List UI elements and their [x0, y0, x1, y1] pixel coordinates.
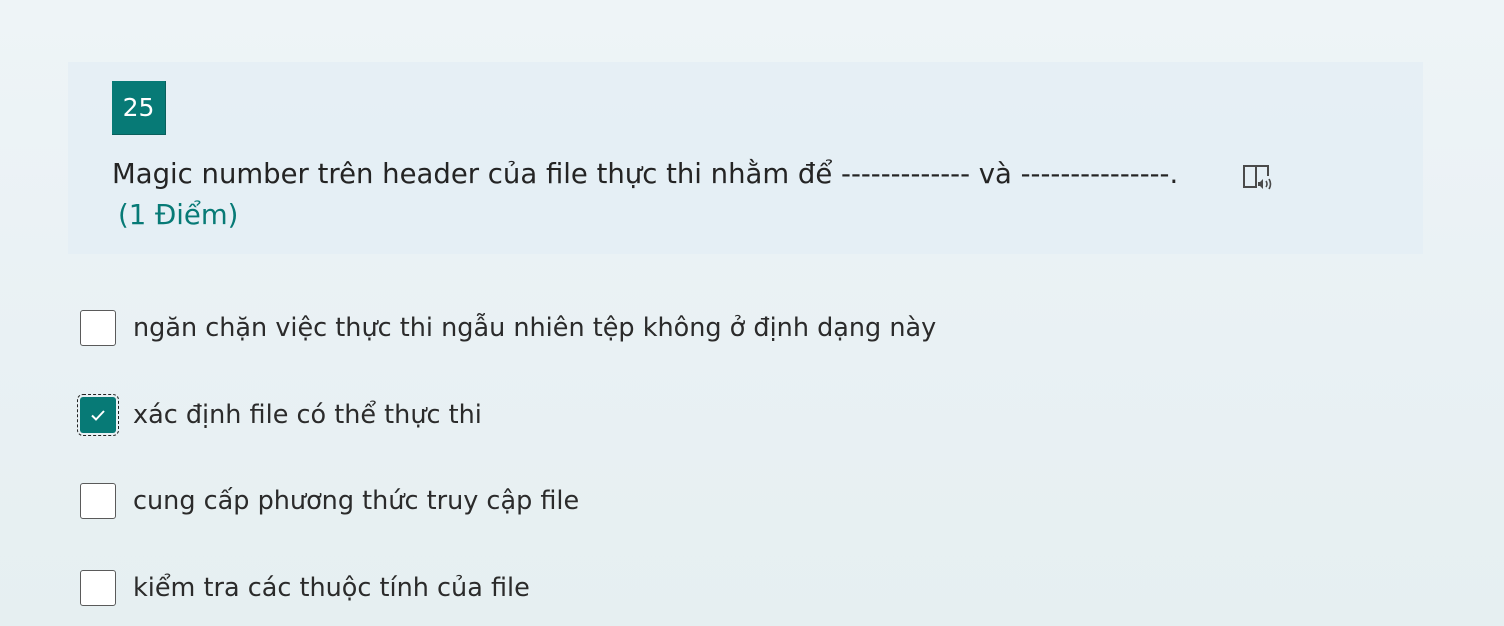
question-points: (1 Điểm): [118, 199, 239, 231]
checkbox-unchecked[interactable]: [80, 310, 116, 346]
question-number-badge: 25: [112, 81, 166, 135]
checkbox-unchecked[interactable]: [80, 483, 116, 519]
question-text: Magic number trên header của file thực t…: [112, 158, 1179, 190]
option-2[interactable]: xác định file có thể thực thi: [77, 393, 1178, 437]
option-1[interactable]: ngăn chặn việc thực thi ngẫu nhiên tệp k…: [78, 306, 1178, 350]
checkbox-checked[interactable]: [77, 394, 119, 436]
immersive-reader-icon[interactable]: [1241, 162, 1275, 192]
option-label[interactable]: kiểm tra các thuộc tính của file: [133, 566, 530, 610]
option-3[interactable]: cung cấp phương thức truy cập file: [78, 479, 1178, 523]
option-label[interactable]: ngăn chặn việc thực thi ngẫu nhiên tệp k…: [133, 306, 936, 350]
option-4[interactable]: kiểm tra các thuộc tính của file: [78, 566, 1178, 610]
option-label[interactable]: xác định file có thể thực thi: [133, 393, 482, 437]
option-label[interactable]: cung cấp phương thức truy cập file: [133, 479, 579, 523]
checkbox-unchecked[interactable]: [80, 570, 116, 606]
checkmark-icon: [91, 410, 105, 421]
